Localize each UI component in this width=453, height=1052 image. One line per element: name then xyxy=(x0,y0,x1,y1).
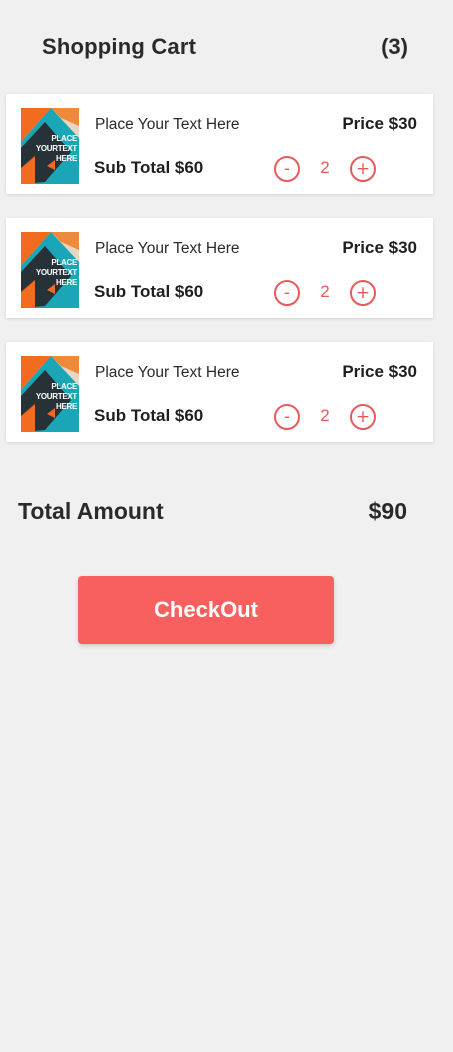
cart-header: Shopping Cart (3) xyxy=(0,0,453,94)
page-title: Shopping Cart xyxy=(42,34,197,59)
thumbnail-text-line1: PLACE xyxy=(51,134,77,143)
product-thumbnail[interactable]: PLACE YOURTEXT HERE xyxy=(21,232,79,308)
quantity-value: 2 xyxy=(320,406,330,425)
decrement-button[interactable]: - xyxy=(274,280,300,306)
cart-item: PLACE YOURTEXT HERE Place Your Text Here… xyxy=(6,218,433,318)
thumbnail-text-line3: HERE xyxy=(55,402,77,411)
cart-item: PLACE YOURTEXT HERE Place Your Text Here… xyxy=(6,342,433,442)
quantity-stepper: - 2 + xyxy=(274,156,376,182)
item-price: Price $30 xyxy=(342,114,417,133)
total-amount-label: Total Amount xyxy=(18,498,164,524)
item-subtotal: Sub Total $60 xyxy=(94,406,204,425)
item-price: Price $30 xyxy=(342,362,417,381)
quantity-value: 2 xyxy=(320,158,330,177)
item-price: Price $30 xyxy=(342,238,417,257)
product-thumbnail[interactable]: PLACE YOURTEXT HERE xyxy=(21,356,79,432)
decrement-button[interactable]: - xyxy=(274,404,300,430)
item-description[interactable]: Place Your Text Here xyxy=(95,116,239,134)
increment-button[interactable]: + xyxy=(350,156,376,182)
total-amount-value: $90 xyxy=(368,498,407,524)
item-subtotal: Sub Total $60 xyxy=(94,282,204,301)
cart-item: PLACE YOURTEXT HERE Place Your Text Here… xyxy=(6,94,433,194)
quantity-value: 2 xyxy=(320,282,330,301)
item-description[interactable]: Place Your Text Here xyxy=(95,240,239,258)
thumbnail-text-line1: PLACE xyxy=(51,382,77,391)
increment-button[interactable]: + xyxy=(350,404,376,430)
thumbnail-text-line2: YOURTEXT xyxy=(35,268,77,277)
thumbnail-text-line1: PLACE xyxy=(51,258,77,267)
increment-button[interactable]: + xyxy=(350,280,376,306)
thumbnail-text-line3: HERE xyxy=(55,278,77,287)
decrement-button[interactable]: - xyxy=(274,156,300,182)
thumbnail-text-line2: YOURTEXT xyxy=(35,392,77,401)
item-description[interactable]: Place Your Text Here xyxy=(95,364,239,382)
quantity-stepper: - 2 + xyxy=(274,280,376,306)
item-subtotal: Sub Total $60 xyxy=(94,158,204,177)
cart-count-badge: (3) xyxy=(381,34,408,59)
quantity-stepper: - 2 + xyxy=(274,404,376,430)
product-thumbnail[interactable]: PLACE YOURTEXT HERE xyxy=(21,108,79,184)
thumbnail-text-line3: HERE xyxy=(55,154,77,163)
thumbnail-text-line2: YOURTEXT xyxy=(35,144,77,153)
checkout-button[interactable]: CheckOut xyxy=(78,576,334,644)
